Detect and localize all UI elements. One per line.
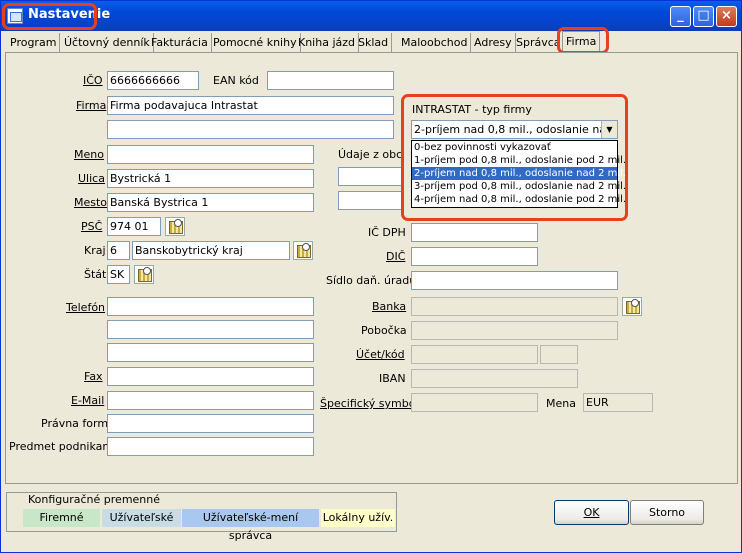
- dic-label: DIČ: [386, 250, 406, 263]
- ucet-label: Účet/kód: [356, 348, 405, 361]
- config-firemne: Firemné: [23, 509, 100, 527]
- psc-lookup-icon[interactable]: [165, 217, 185, 236]
- ean-input[interactable]: [267, 71, 394, 90]
- fax-label: Fax: [84, 370, 103, 383]
- intrastat-selected-value: 2-príjem nad 0,8 mil., odoslanie nad 2 m…: [414, 123, 617, 136]
- sidlo-input[interactable]: [411, 271, 618, 290]
- iban-input: [411, 369, 578, 388]
- kod-input: [540, 345, 578, 364]
- intrastat-option-2[interactable]: 2-príjem nad 0,8 mil., odoslanie nad 2 m…: [412, 167, 626, 180]
- intrastat-select[interactable]: 2-príjem nad 0,8 mil., odoslanie nad 2 m…: [411, 120, 618, 139]
- pravna-forma-input[interactable]: [107, 414, 314, 433]
- config-lokalny-uziv: Lokálny užív.: [321, 509, 395, 527]
- mesto-input[interactable]: Banská Bystrica 1: [107, 193, 314, 212]
- iban-label: IBAN: [379, 372, 406, 385]
- icdph-input[interactable]: [411, 223, 538, 242]
- fax-input[interactable]: [107, 367, 314, 386]
- intrastat-dropdown-list: 0-bez povinnosti vykazovať 1-príjem pod …: [411, 140, 626, 208]
- ico-input[interactable]: 6666666666: [107, 71, 199, 90]
- app-icon: [7, 8, 23, 24]
- kraj-name-input[interactable]: Banskobytrický kraj: [132, 241, 290, 260]
- obchod-input-2[interactable]: [338, 191, 404, 210]
- ico-label: IČO: [83, 74, 103, 87]
- tab-kniha-jazd[interactable]: Kniha jázd: [295, 33, 360, 53]
- firma-label: Firma: [76, 99, 107, 112]
- mesto-label: Mesto: [74, 196, 108, 209]
- kraj-code-input[interactable]: 6: [107, 241, 130, 260]
- obchod-label: Údaje z obchod: [338, 148, 404, 161]
- intrastat-label: INTRASTAT - typ firmy: [412, 103, 532, 116]
- tab-pomocne-knihy[interactable]: Pomocné knihy: [210, 33, 301, 53]
- intrastat-option-3[interactable]: 3-príjem pod 0,8 mil., odoslanie nad 2 m…: [412, 180, 626, 193]
- telefon-input-2[interactable]: [107, 320, 314, 339]
- stat-label: Štát: [84, 268, 107, 281]
- ulica-input[interactable]: Bystrická 1: [107, 169, 314, 188]
- telefon-input-3[interactable]: [107, 343, 314, 362]
- minimize-button[interactable]: _: [670, 6, 691, 27]
- config-group-label: Konfiguračné premenné: [26, 493, 163, 506]
- firma-input[interactable]: Firma podavajuca Intrastat: [107, 96, 394, 115]
- ulica-label: Ulica: [78, 172, 105, 185]
- predmet-podnikania-input[interactable]: [107, 437, 314, 456]
- maximize-button[interactable]: □: [693, 6, 714, 27]
- tab-uctovny-dennik[interactable]: Účtovný denník: [61, 33, 154, 53]
- dic-input[interactable]: [411, 247, 538, 266]
- intrastat-option-4[interactable]: 4-príjem nad 0,8 mil., odoslanie pod 2 m…: [412, 193, 626, 206]
- psc-input[interactable]: 974 01: [107, 217, 161, 236]
- window-title: Nastavenie: [28, 7, 111, 22]
- ok-button-label: OK: [583, 506, 600, 519]
- title-bar[interactable]: Nastavenie _ □ ×: [1, 1, 741, 31]
- specificky-symbol-label: Špecifický symbol: [320, 397, 419, 410]
- email-label: E-Mail: [71, 394, 105, 407]
- tab-fakturacia[interactable]: Fakturácia: [148, 33, 212, 53]
- obchod-input-1[interactable]: [338, 167, 404, 186]
- ucet-input: [411, 345, 538, 364]
- close-button[interactable]: ×: [716, 6, 737, 27]
- tab-program[interactable]: Program: [7, 33, 61, 53]
- pobocka-input: [411, 321, 618, 340]
- banka-label: Banka: [372, 300, 407, 313]
- storno-button[interactable]: Storno: [630, 500, 704, 525]
- tab-maloobchod[interactable]: Maloobchod: [398, 33, 472, 53]
- telefon-label: Telefón: [66, 301, 106, 314]
- sidlo-label: Sídlo daň. úradu: [326, 274, 417, 287]
- psc-label: PSČ: [81, 220, 103, 233]
- meno-label: Meno: [74, 148, 104, 161]
- tab-sklad[interactable]: Sklad: [355, 33, 393, 53]
- icdph-label: IČ DPH: [368, 226, 406, 239]
- kraj-lookup-icon[interactable]: [293, 241, 313, 260]
- firma-line2-input[interactable]: [107, 120, 394, 139]
- tab-adresy[interactable]: Adresy: [471, 33, 516, 53]
- telefon-input-1[interactable]: [107, 297, 314, 316]
- specificky-symbol-input: [411, 393, 538, 412]
- kraj-label: Kraj: [84, 244, 106, 257]
- ok-button[interactable]: OK: [554, 500, 629, 525]
- stat-input[interactable]: SK: [107, 265, 130, 284]
- config-uzivatelske-meni-spravca: Užívateľské-mení správca: [182, 509, 319, 542]
- meno-input[interactable]: [107, 145, 314, 164]
- banka-lookup-icon[interactable]: [622, 297, 642, 316]
- predmet-podnikania-label: Predmet podnikania: [9, 440, 120, 453]
- email-input[interactable]: [107, 391, 314, 410]
- stat-lookup-icon[interactable]: [134, 265, 154, 284]
- tab-firma[interactable]: Firma: [562, 31, 601, 54]
- pravna-forma-label: Právna forma: [41, 417, 115, 430]
- config-uzivatelske: Užívateľské: [102, 509, 181, 527]
- pobocka-label: Pobočka: [361, 324, 407, 337]
- intrastat-option-1[interactable]: 1-príjem pod 0,8 mil., odoslanie pod 2 m…: [412, 154, 626, 167]
- intrastat-option-0[interactable]: 0-bez povinnosti vykazovať: [412, 141, 617, 154]
- settings-window: Nastavenie _ □ × Program Účtovný denník …: [0, 0, 742, 553]
- banka-input: [411, 297, 618, 316]
- mena-label: Mena: [546, 397, 576, 410]
- chevron-down-icon[interactable]: ▼: [601, 121, 617, 138]
- ean-label: EAN kód: [213, 74, 259, 87]
- tab-spravca[interactable]: Správca: [513, 33, 564, 53]
- mena-input: EUR: [583, 393, 653, 412]
